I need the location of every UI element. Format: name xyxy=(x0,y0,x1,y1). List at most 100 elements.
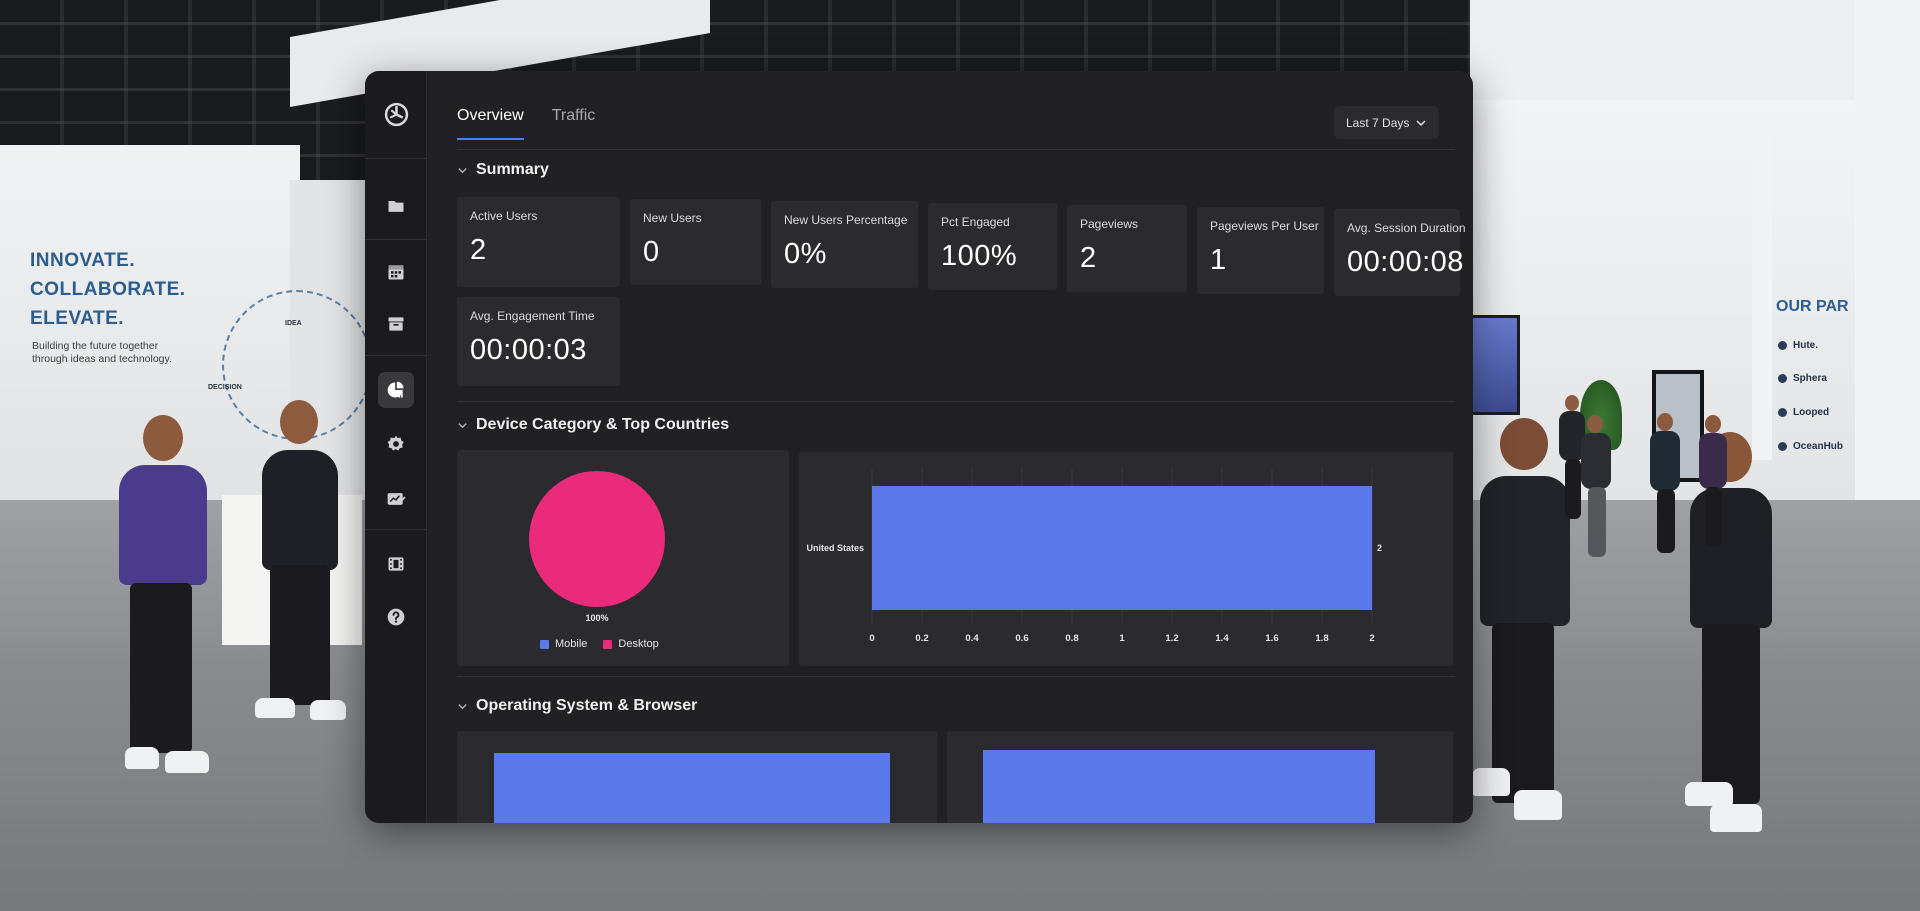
stat-label: Pageviews Per User xyxy=(1210,219,1319,233)
pie-slice-desktop xyxy=(529,471,665,607)
partners-title: OUR PAR xyxy=(1776,298,1849,315)
pie-legend: Mobile Desktop xyxy=(540,638,659,650)
rail-divider xyxy=(365,355,427,356)
stat-value: 0 xyxy=(643,236,660,268)
top-countries-card: 0 0.2 0.4 0.6 0.8 1 1.2 1.4 1.6 1.8 2 United States… xyxy=(799,452,1453,666)
top-countries-bar-chart: 0 0.2 0.4 0.6 0.8 1 1.2 1.4 1.6 1.8 2 United States… xyxy=(806,468,1382,644)
section-title: Summary xyxy=(476,161,549,178)
pie-data-label: 100% xyxy=(585,613,608,623)
legend-label: Desktop xyxy=(618,638,659,650)
browser-card xyxy=(947,731,1453,823)
stat-value: 00:00:08 xyxy=(1347,246,1464,278)
chevron-down-icon xyxy=(458,167,467,173)
x-tick-label: 1.8 xyxy=(1315,633,1328,644)
bar-data-label: 2 xyxy=(1377,543,1382,553)
partner-item: Sphera xyxy=(1778,373,1827,384)
app-logo-icon[interactable] xyxy=(384,102,409,127)
stat-label: Pageviews xyxy=(1080,217,1139,231)
bar xyxy=(983,750,1375,823)
sidebar-item-archive[interactable] xyxy=(378,306,414,342)
section-device-toggle[interactable]: Device Category & Top Countries xyxy=(457,416,729,434)
avatar-man-left xyxy=(240,400,360,730)
section-title: Operating System & Browser xyxy=(476,697,698,714)
analytics-dashboard-panel: Overview Traffic Last 7 Days Summary Act… xyxy=(365,71,1473,823)
x-tick-label: 2 xyxy=(1369,633,1374,644)
stat-card-pageviews: Pageviews 2 xyxy=(1067,205,1187,292)
tab-bar: Overview Traffic xyxy=(457,107,595,140)
x-tick-label: 0.4 xyxy=(965,633,979,644)
device-pie-chart: 100% xyxy=(529,471,665,623)
sidebar-item-help[interactable] xyxy=(378,599,414,635)
avatar-background-group xyxy=(1555,395,1735,575)
stat-value: 2 xyxy=(470,234,487,266)
sidebar-rail xyxy=(365,71,427,823)
partner-logo-icon xyxy=(1778,408,1787,417)
gear-icon xyxy=(387,435,404,451)
rail-divider xyxy=(365,158,427,159)
section-os-toggle[interactable]: Operating System & Browser xyxy=(457,697,697,715)
chart-edit-icon xyxy=(387,493,406,505)
chevron-down-icon xyxy=(458,422,467,428)
stat-card-pct-engaged: Pct Engaged 100% xyxy=(928,203,1057,290)
avatar-woman-left xyxy=(95,415,235,785)
operating-system-bar-chart xyxy=(494,753,890,823)
tab-traffic[interactable]: Traffic xyxy=(552,107,596,140)
stat-card-avg-engagement-time: Avg. Engagement Time 00:00:03 xyxy=(457,297,620,386)
stat-value: 0% xyxy=(784,238,827,270)
analytics-pie-icon xyxy=(387,381,404,398)
x-tick-label: 0.8 xyxy=(1065,633,1078,644)
operating-system-card xyxy=(457,731,937,823)
stat-label: New Users xyxy=(643,211,702,225)
browser-bar-chart xyxy=(983,750,1375,823)
partner-logo-icon xyxy=(1778,374,1787,383)
tab-overview[interactable]: Overview xyxy=(457,107,524,140)
date-range-label: Last 7 Days xyxy=(1346,115,1410,130)
stat-card-pageviews-per-user: Pageviews Per User 1 xyxy=(1197,207,1324,294)
stat-value: 100% xyxy=(941,240,1018,272)
stat-card-new-users: New Users 0 xyxy=(630,199,761,285)
legend-item-mobile[interactable]: Mobile xyxy=(540,638,587,650)
stat-value: 2 xyxy=(1080,242,1097,274)
sidebar-item-folder[interactable] xyxy=(378,188,414,224)
section-title: Device Category & Top Countries xyxy=(476,416,730,433)
folder-icon xyxy=(388,201,404,212)
stat-card-active-users: Active Users 2 xyxy=(457,197,620,287)
dashboard-content: Overview Traffic Last 7 Days Summary Act… xyxy=(427,71,1473,823)
partner-logo-icon xyxy=(1778,341,1787,350)
rail-divider xyxy=(365,529,427,530)
legend-item-desktop[interactable]: Desktop xyxy=(603,638,659,650)
chevron-down-icon xyxy=(1416,119,1426,126)
stat-card-avg-session-duration: Avg. Session Duration 00:00:08 xyxy=(1334,209,1466,296)
stat-label: Avg. Engagement Time xyxy=(470,309,595,323)
chevron-down-icon xyxy=(458,703,467,709)
stat-label: Pct Engaged xyxy=(941,215,1010,229)
date-range-select[interactable]: Last 7 Days xyxy=(1334,106,1439,139)
diagram-label-decision: DECISION xyxy=(208,384,242,391)
sidebar-item-analytics[interactable] xyxy=(378,372,414,408)
stat-label: New Users Percentage xyxy=(784,213,908,227)
partner-item: Looped xyxy=(1778,407,1829,418)
legend-swatch xyxy=(540,639,549,649)
section-divider xyxy=(457,676,1455,677)
sidebar-item-media[interactable] xyxy=(378,546,414,582)
rail-divider xyxy=(365,239,427,240)
stat-label: Active Users xyxy=(470,209,538,223)
pillar xyxy=(1752,130,1772,460)
sidebar-item-settings[interactable] xyxy=(378,426,414,462)
x-tick-label: 1 xyxy=(1119,633,1125,644)
section-summary-toggle[interactable]: Summary xyxy=(457,161,549,179)
stat-label: Avg. Session Duration xyxy=(1347,221,1466,235)
diagram-label-idea: IDEA xyxy=(285,320,302,327)
sidebar-item-calendar[interactable] xyxy=(378,254,414,290)
calendar-icon xyxy=(388,265,404,280)
x-tick-label: 1.2 xyxy=(1165,633,1178,644)
x-tick-label: 1.4 xyxy=(1215,633,1229,644)
wall-subtext: Building the future together through ide… xyxy=(32,340,172,365)
legend-swatch xyxy=(603,639,613,649)
x-tick-label: 0.2 xyxy=(915,633,928,644)
sidebar-item-reports[interactable] xyxy=(378,481,414,517)
stat-card-new-users-percentage: New Users Percentage 0% xyxy=(771,201,918,288)
wall-headline: INNOVATE. COLLABORATE. ELEVATE. xyxy=(30,250,186,329)
partner-item: Hute. xyxy=(1778,340,1818,351)
stat-value: 1 xyxy=(1210,244,1227,276)
